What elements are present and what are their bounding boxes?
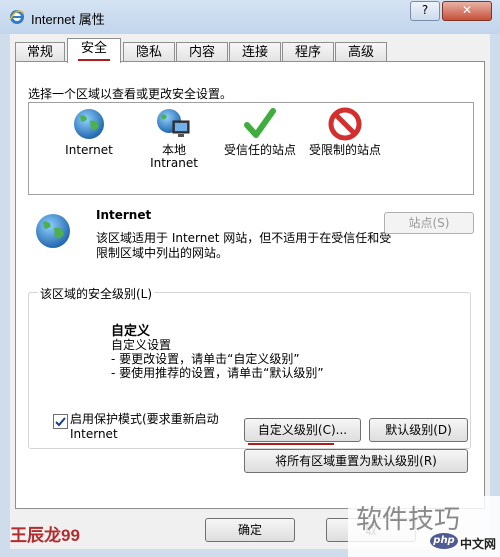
sites-button[interactable]: 站点(S) bbox=[384, 212, 474, 234]
default-level-button[interactable]: 默认级别(D) bbox=[369, 418, 468, 442]
dialog-body: 常规 安全 隐私 内容 连接 程序 高级 选择一个区域以查看或更改安全设置。 I… bbox=[10, 34, 490, 549]
intranet-icon bbox=[157, 109, 190, 137]
author-watermark: 王辰龙99 bbox=[10, 526, 80, 545]
zone-internet-label: Internet bbox=[65, 143, 113, 157]
custom-level-underline bbox=[248, 443, 334, 445]
internet-explorer-icon bbox=[9, 10, 25, 24]
security-level-name: 自定义 bbox=[111, 324, 151, 339]
close-button[interactable]: ✕ bbox=[442, 1, 492, 21]
globe-icon bbox=[74, 109, 104, 139]
custom-level-button[interactable]: 自定义级别(C)... bbox=[244, 418, 361, 442]
tab-privacy[interactable]: 隐私 bbox=[123, 42, 175, 62]
tab-content[interactable]: 内容 bbox=[176, 42, 228, 62]
zone-trusted-sites-label: 受信任的站点 bbox=[223, 143, 296, 157]
tab-advanced[interactable]: 高级 bbox=[335, 42, 387, 62]
level-desc-line: - 要使用推荐的设置，请单击“默认级别” bbox=[111, 366, 324, 380]
help-button[interactable]: ? bbox=[410, 1, 440, 21]
tab-general[interactable]: 常规 bbox=[15, 42, 65, 62]
ok-button[interactable]: 确定 bbox=[205, 518, 295, 542]
level-desc-line: - 要更改设置，请单击“自定义级别” bbox=[111, 352, 300, 366]
tab-security[interactable]: 安全 bbox=[67, 38, 121, 63]
selected-zone-globe-icon bbox=[36, 214, 70, 248]
protected-mode-checkbox[interactable] bbox=[53, 414, 68, 429]
zone-prompt: 选择一个区域以查看或更改安全设置。 bbox=[28, 87, 233, 101]
security-panel: 选择一个区域以查看或更改安全设置。 Internet 本地 Intranet 受… bbox=[15, 61, 485, 509]
level-desc-line: 自定义设置 bbox=[111, 338, 172, 352]
tab-connections[interactable]: 连接 bbox=[229, 42, 281, 62]
zone-list: Internet 本地 Intranet 受信任的站点 受限制的站点 bbox=[28, 102, 474, 195]
zone-restricted-sites[interactable]: 受限制的站点 bbox=[304, 107, 386, 157]
zone-local-intranet[interactable]: 本地 Intranet bbox=[134, 107, 214, 170]
checkmark-icon bbox=[244, 108, 276, 138]
security-level-group-label: 该区域的安全级别(L) bbox=[38, 285, 155, 302]
reset-all-zones-button[interactable]: 将所有区域重置为默认级别(R) bbox=[244, 449, 468, 473]
protected-mode-label[interactable]: 启用保护模式(要求重新启动 Internet bbox=[70, 412, 240, 442]
title-bar[interactable]: Internet 属性 ? ✕ bbox=[0, 0, 500, 34]
site-watermark: 软件技巧 bbox=[356, 505, 461, 535]
window-title: Internet 属性 bbox=[31, 12, 105, 27]
security-level-description: 自定义设置 - 要更改设置，请单击“自定义级别” - 要使用推荐的设置，请单击“… bbox=[111, 338, 324, 380]
zone-trusted-sites[interactable]: 受信任的站点 bbox=[219, 107, 301, 157]
zone-restricted-sites-label: 受限制的站点 bbox=[308, 143, 381, 157]
restricted-icon bbox=[328, 107, 362, 141]
php-logo: php bbox=[430, 533, 458, 549]
zone-internet[interactable]: Internet bbox=[49, 107, 129, 157]
selected-zone-name: Internet bbox=[96, 208, 152, 222]
tab-programs[interactable]: 程序 bbox=[282, 42, 334, 62]
checkmark-icon bbox=[55, 417, 66, 427]
internet-properties-window: Internet 属性 ? ✕ 常规 安全 隐私 内容 连接 程序 高级 选择一… bbox=[0, 0, 500, 557]
zone-local-intranet-label: 本地 Intranet bbox=[150, 143, 198, 170]
tab-security-label: 安全 bbox=[80, 41, 107, 56]
selected-zone-description: 该区域适用于 Internet 网站，但不适用于在受信任和受限制区域中列出的网站… bbox=[96, 231, 392, 260]
tab-security-underline bbox=[78, 59, 110, 61]
php-site-name: 中文网 bbox=[460, 537, 497, 551]
